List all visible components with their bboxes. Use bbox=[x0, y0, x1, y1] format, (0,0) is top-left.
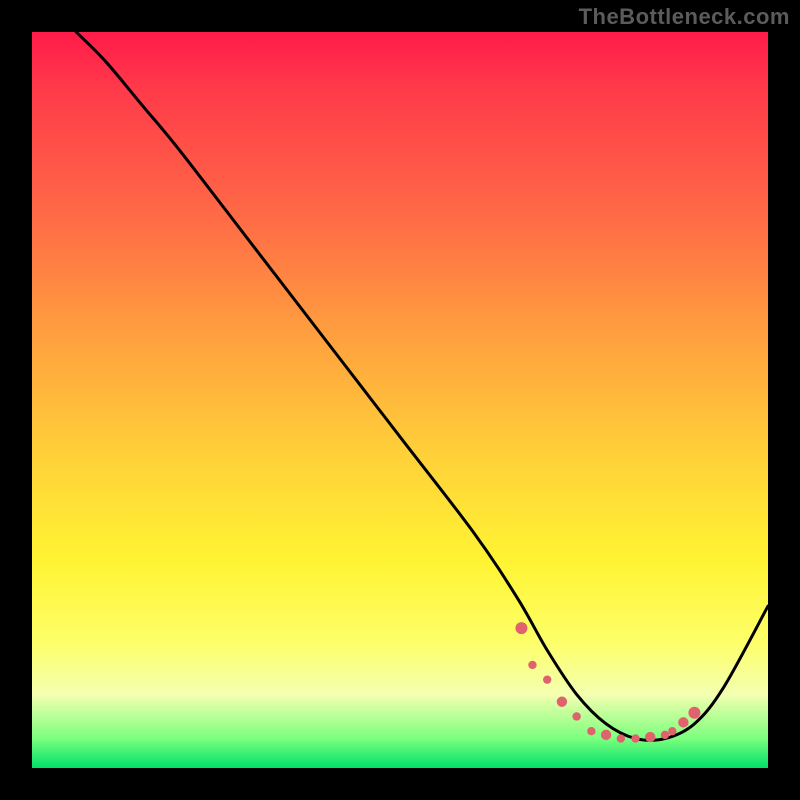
valley-marker bbox=[515, 622, 527, 634]
watermark-text: TheBottleneck.com bbox=[579, 4, 790, 30]
curve-layer bbox=[32, 32, 768, 768]
valley-marker bbox=[572, 712, 580, 720]
valley-marker bbox=[661, 731, 669, 739]
valley-marker bbox=[543, 675, 551, 683]
chart-frame: TheBottleneck.com bbox=[0, 0, 800, 800]
valley-marker bbox=[678, 717, 688, 727]
valley-marker bbox=[617, 734, 625, 742]
valley-marker bbox=[668, 727, 676, 735]
bottleneck-curve bbox=[76, 32, 768, 740]
valley-marker bbox=[645, 732, 655, 742]
valley-marker bbox=[601, 730, 611, 740]
valley-marker bbox=[688, 707, 700, 719]
plot-area bbox=[32, 32, 768, 768]
valley-marker bbox=[587, 727, 595, 735]
valley-marker bbox=[557, 697, 567, 707]
valley-marker bbox=[528, 661, 536, 669]
valley-marker bbox=[631, 734, 639, 742]
